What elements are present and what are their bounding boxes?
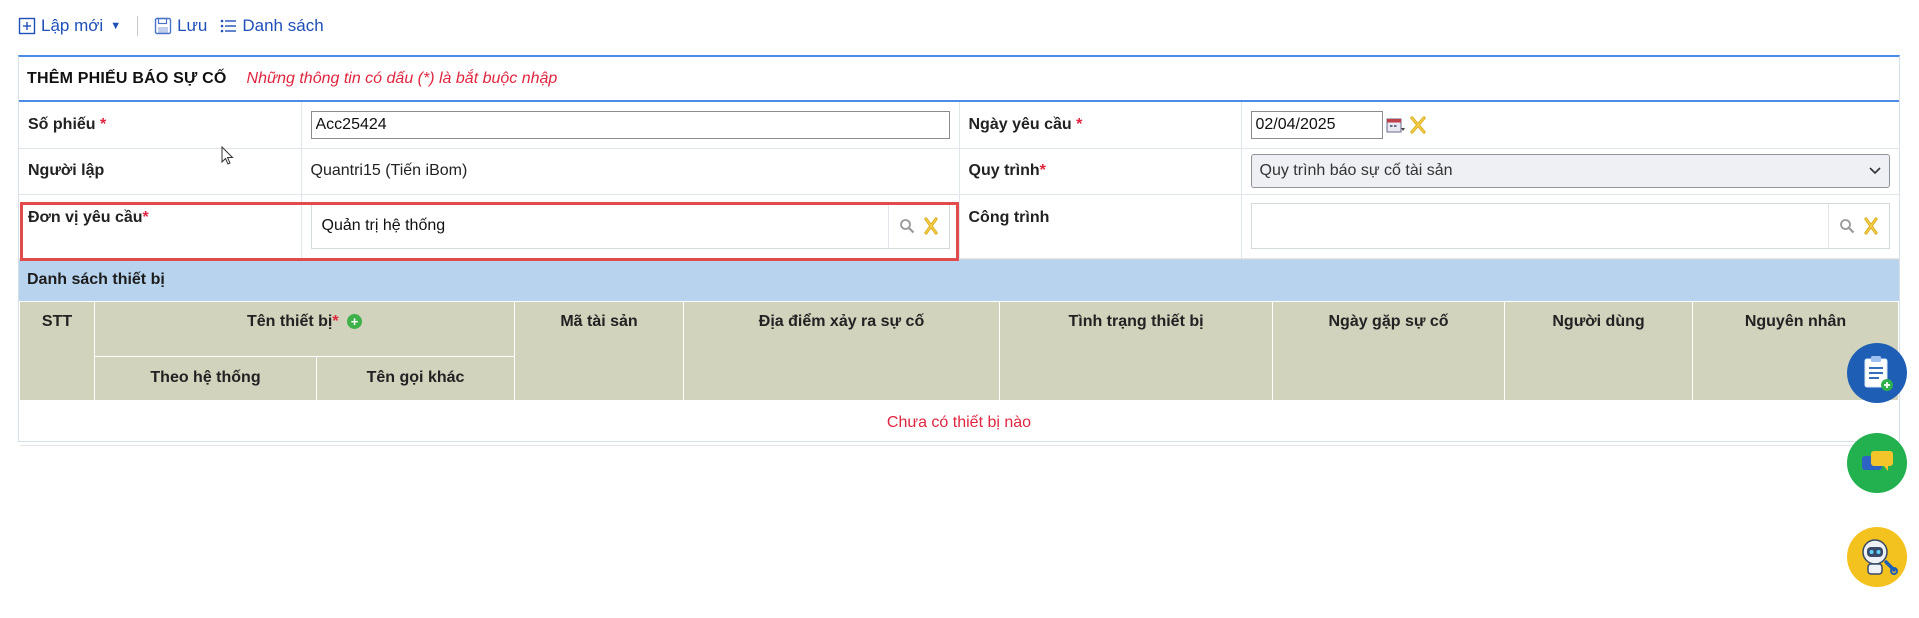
chevron-down-icon[interactable]: ▼ (110, 20, 121, 32)
robot-support-button[interactable] (1847, 527, 1907, 587)
col-stt: STT (19, 300, 95, 401)
form-row: Người lập Quantri15 (Tiến iBom) Quy trìn… (19, 148, 1899, 195)
don-vi-label-cell: Đơn vị yêu cầu* (19, 194, 302, 259)
col-ten-thiet-bi: Tên thiết bị* + (93, 300, 516, 357)
incident-report-panel: THÊM PHIẾU BÁO SỰ CỐ Những thông tin có … (18, 55, 1900, 446)
lookup-buttons (1829, 217, 1889, 235)
required-note: Những thông tin có dấu (*) là bắt buộc n… (246, 69, 558, 87)
col-theo-he-thong: Theo hệ thống (94, 355, 317, 401)
required-mark: * (1039, 162, 1046, 179)
so-phieu-cell (301, 102, 960, 149)
list-icon (221, 19, 237, 33)
form-table: Số phiếu * Ngày yêu cầu * (19, 102, 1899, 259)
cong-trinh-lookup[interactable] (1250, 203, 1890, 249)
don-vi-cell: Quản trị hệ thống (301, 194, 960, 259)
new-button-label: Lập mới (41, 16, 104, 35)
don-vi-label: Đơn vị yêu cầu (28, 208, 143, 226)
so-phieu-label: Số phiếu (28, 115, 96, 133)
clear-x-icon[interactable] (1863, 217, 1879, 235)
nguoi-lap-cell: Quantri15 (Tiến iBom) (301, 148, 960, 195)
col-ten-thiet-bi-label: Tên thiết bị (247, 312, 333, 330)
panel-header: THÊM PHIẾU BÁO SỰ CỐ Những thông tin có … (19, 57, 1899, 102)
quy-trinh-selected: Quy trình báo sự cố tài sản (1259, 162, 1453, 179)
nguoi-lap-label-cell: Người lập (19, 148, 302, 195)
list-button[interactable]: Danh sách (219, 16, 324, 36)
required-mark: * (100, 115, 107, 133)
so-phieu-label-cell: Số phiếu * (19, 102, 302, 149)
calendar-icon[interactable] (1386, 116, 1406, 134)
col-dia-diem: Địa điểm xảy ra sự cố (683, 300, 1001, 401)
cong-trinh-label-cell: Công trình (959, 194, 1242, 259)
ngay-yeu-cau-cell (1241, 102, 1899, 149)
col-ten-goi-khac: Tên gọi khác (315, 355, 516, 401)
quy-trinh-label-cell: Quy trình* (959, 148, 1242, 195)
mouse-cursor-icon (221, 146, 234, 165)
ngay-yeu-cau-input[interactable] (1250, 110, 1383, 139)
search-icon[interactable] (1839, 218, 1855, 234)
form-row: Số phiếu * Ngày yêu cầu * (19, 102, 1899, 149)
toolbar: Lập mới ▼ Lưu Danh sách (18, 0, 1898, 52)
page-title: THÊM PHIẾU BÁO SỰ CỐ (27, 69, 227, 87)
toolbar-divider (137, 16, 139, 36)
ngay-yeu-cau-label: Ngày yêu cầu (968, 115, 1072, 133)
add-circle-icon[interactable]: + (347, 313, 363, 329)
col-tinh-trang: Tình trạng thiết bị (999, 300, 1274, 401)
empty-message: Chưa có thiết bị nào (19, 400, 1899, 446)
plus-square-icon (18, 17, 36, 35)
quy-trinh-cell: Quy trình báo sự cố tài sản (1241, 148, 1899, 195)
new-button[interactable]: Lập mới ▼ (18, 16, 121, 36)
chat-icon (1862, 451, 1893, 471)
clipboard-add-button[interactable] (1847, 343, 1907, 403)
cong-trinh-value (1252, 204, 1829, 248)
quy-trinh-label: Quy trình (968, 162, 1040, 179)
clear-x-icon[interactable] (923, 217, 939, 235)
clear-x-icon[interactable] (1409, 116, 1427, 134)
chevron-down-icon (1869, 167, 1881, 175)
search-icon[interactable] (899, 218, 915, 234)
don-vi-value: Quản trị hệ thống (312, 204, 889, 248)
equipment-section-title: Danh sách thiết bị (19, 258, 1899, 301)
cong-trinh-label: Công trình (968, 208, 1050, 226)
ngay-yeu-cau-label-cell: Ngày yêu cầu * (959, 102, 1242, 149)
col-nguoi-dung: Người dùng (1504, 300, 1694, 401)
so-phieu-input[interactable] (310, 110, 950, 139)
nguoi-lap-value: Quantri15 (Tiến iBom) (310, 162, 468, 179)
required-mark: * (142, 208, 149, 226)
floppy-disk-icon (154, 17, 172, 35)
robot-support-icon (1862, 539, 1898, 575)
equipment-table: STT Tên thiết bị* + Mã tài sản Địa điểm … (19, 300, 1899, 446)
don-vi-lookup[interactable]: Quản trị hệ thống (310, 203, 950, 249)
table-header-row: STT Tên thiết bị* + Mã tài sản Địa điểm … (19, 300, 1899, 401)
empty-row: Chưa có thiết bị nào (19, 400, 1899, 446)
cong-trinh-cell (1241, 194, 1899, 259)
nguoi-lap-label: Người lập (28, 162, 105, 179)
save-button[interactable]: Lưu (154, 16, 207, 36)
date-picker (1250, 110, 1891, 139)
chat-button[interactable] (1847, 433, 1907, 493)
col-ngay-gap: Ngày gặp sự cố (1272, 300, 1506, 401)
lookup-buttons (889, 217, 949, 235)
list-button-label: Danh sách (242, 16, 324, 35)
quy-trinh-select[interactable]: Quy trình báo sự cố tài sản (1250, 154, 1890, 188)
clipboard-add-icon (1864, 356, 1893, 391)
required-mark: * (1076, 115, 1083, 133)
required-mark: * (332, 312, 339, 330)
form-row: Đơn vị yêu cầu* Quản trị hệ thống Công t… (19, 194, 1899, 259)
col-ma-tai-san: Mã tài sản (514, 300, 685, 401)
save-button-label: Lưu (177, 16, 208, 35)
